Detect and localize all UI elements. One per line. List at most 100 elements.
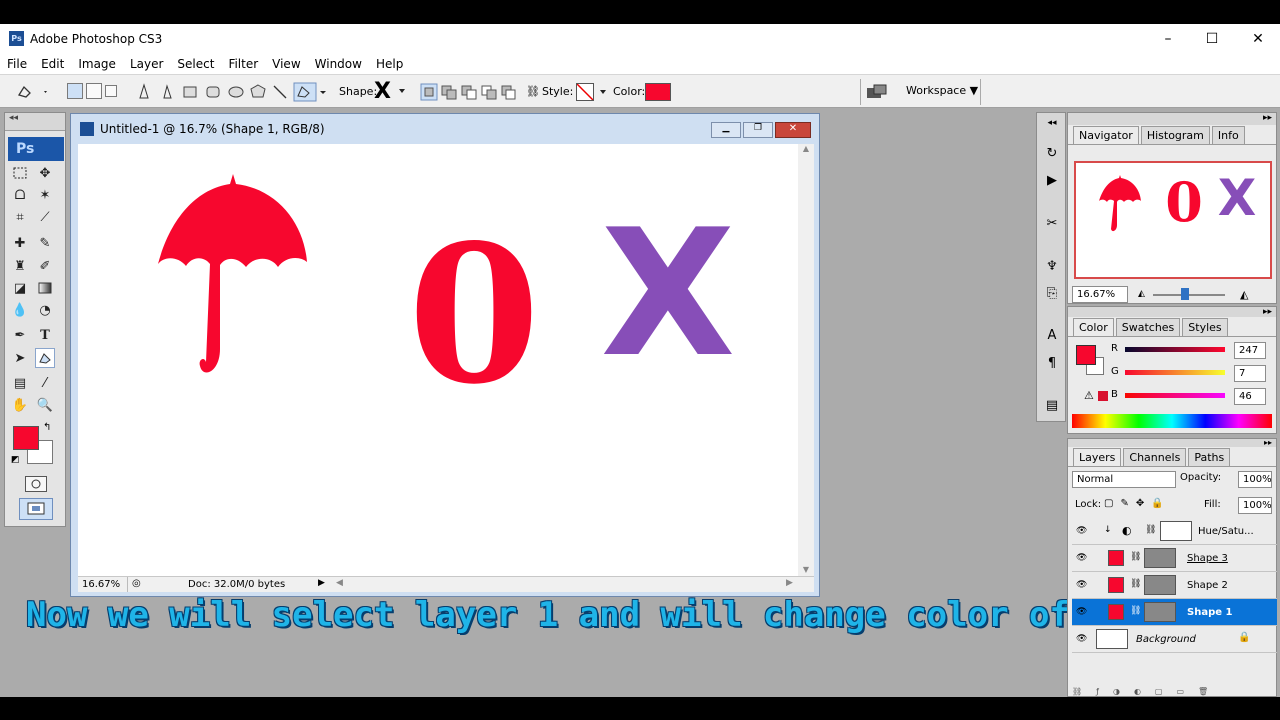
fill-field[interactable]: 100% — [1238, 497, 1272, 514]
menu-edit[interactable]: Edit — [34, 57, 71, 71]
menu-layer[interactable]: Layer — [123, 57, 170, 71]
document-title-bar[interactable]: Untitled-1 @ 16.7% (Shape 1, RGB/8) — [71, 114, 819, 144]
history-icon[interactable]: ↻ — [1042, 143, 1062, 163]
minimize-button[interactable]: – — [1145, 24, 1191, 53]
color-swatch[interactable] — [645, 83, 671, 101]
gradient-tool-icon[interactable] — [35, 278, 55, 298]
toolbox-header[interactable]: ◂◂ — [5, 113, 65, 131]
visibility-eye-icon[interactable]: 👁 — [1076, 634, 1087, 644]
g-value-field[interactable]: 7 — [1234, 365, 1266, 382]
layer-row-background[interactable]: 👁 Background 🔒 — [1072, 626, 1277, 653]
status-icon[interactable]: ◎ — [132, 578, 141, 589]
b-value-field[interactable]: 46 — [1234, 388, 1266, 405]
zoom-out-icon[interactable]: ◭ — [1138, 289, 1145, 299]
lasso-tool-icon[interactable]: ᗝ — [10, 185, 30, 205]
foreground-color-swatch[interactable] — [13, 426, 39, 450]
close-button[interactable]: ✕ — [1235, 24, 1280, 53]
blend-mode-select[interactable]: Normal — [1072, 471, 1176, 488]
path-selection-tool-icon[interactable]: ➤ — [10, 348, 30, 368]
tab-layers[interactable]: Layers — [1073, 448, 1122, 466]
layers-footer-icons[interactable]: ⛓ƒ◑◐▢▭🗑 — [1072, 687, 1277, 697]
style-picker[interactable] — [576, 83, 594, 101]
mask-link-icon[interactable]: ⛓ — [1145, 525, 1156, 535]
scroll-down-icon[interactable]: ▼ — [798, 565, 814, 574]
r-value-field[interactable]: 247 — [1234, 342, 1266, 359]
workspace-menu[interactable]: Workspace ▼ — [906, 84, 978, 97]
clone-source-icon[interactable]: ⎘ — [1042, 283, 1062, 303]
history-brush-tool-icon[interactable]: ✐ — [35, 256, 55, 276]
magic-wand-tool-icon[interactable]: ✶ — [35, 185, 55, 205]
tab-channels[interactable]: Channels — [1123, 448, 1187, 466]
doc-minimize-button[interactable]: ▁ — [711, 122, 741, 138]
b-slider[interactable] — [1125, 393, 1225, 398]
character-icon[interactable]: A — [1042, 325, 1062, 345]
out-of-gamut-icon[interactable]: ⚠ — [1084, 389, 1094, 402]
slice-tool-icon[interactable]: ⟋ — [35, 207, 55, 227]
eyedropper-tool-icon[interactable]: ⁄ — [35, 373, 55, 393]
layer-color-thumbnail[interactable] — [1108, 577, 1124, 593]
eraser-tool-icon[interactable]: ◪ — [10, 278, 30, 298]
shape-dropdown-icon[interactable] — [399, 89, 405, 93]
tab-info[interactable]: Info — [1211, 126, 1245, 144]
bridge-icon[interactable] — [866, 83, 888, 101]
tab-paths[interactable]: Paths — [1188, 448, 1231, 466]
crop-tool-icon[interactable]: ⌗ — [10, 207, 30, 227]
panel-collapse-icon[interactable]: ▸▸ — [1068, 113, 1276, 125]
g-slider[interactable] — [1125, 370, 1225, 375]
move-tool-icon[interactable]: ✥ — [35, 163, 55, 183]
clone-stamp-tool-icon[interactable]: ♜ — [10, 256, 30, 276]
canvas[interactable]: 0 X — [78, 144, 798, 576]
type-tool-icon[interactable]: T — [35, 325, 55, 345]
tool-presets-icon[interactable]: ✂ — [1042, 213, 1062, 233]
swap-colors-icon[interactable]: ↰ — [43, 422, 51, 433]
status-menu-arrow-icon[interactable]: ▶ — [318, 578, 325, 588]
menu-image[interactable]: Image — [71, 57, 123, 71]
mask-link-icon[interactable]: ⛓ — [1130, 579, 1141, 589]
custom-shape-tool-icon[interactable] — [35, 348, 55, 368]
paragraph-icon[interactable]: ¶ — [1042, 353, 1062, 373]
link-icon[interactable]: ⛓ — [526, 85, 540, 98]
layer-comps-icon[interactable]: ▤ — [1042, 395, 1062, 415]
tab-styles[interactable]: Styles — [1182, 318, 1228, 336]
menu-filter[interactable]: Filter — [221, 57, 265, 71]
menu-file[interactable]: File — [0, 57, 34, 71]
opacity-field[interactable]: 100% — [1238, 471, 1272, 488]
panel-collapse-icon[interactable]: ▸▸ — [1068, 307, 1276, 317]
layer-row-shape-2[interactable]: 👁 ⛓ Shape 2 — [1072, 572, 1277, 599]
default-colors-icon[interactable]: ◩ — [11, 455, 20, 465]
shape-layers-mode-icon[interactable] — [67, 83, 83, 99]
tab-histogram[interactable]: Histogram — [1140, 126, 1210, 144]
actions-icon[interactable]: ▶ — [1042, 170, 1062, 190]
pen-tool-icon[interactable]: ✒ — [10, 325, 30, 345]
marquee-tool-icon[interactable] — [10, 163, 30, 183]
dodge-tool-icon[interactable]: ◔ — [35, 300, 55, 320]
tool-preset-picker[interactable] — [16, 83, 50, 101]
hand-tool-icon[interactable]: ✋ — [10, 395, 30, 415]
r-slider[interactable] — [1125, 347, 1225, 352]
collapse-icon[interactable]: ◂◂ — [1042, 117, 1062, 129]
brush-tool-icon[interactable]: ✎ — [35, 233, 55, 253]
shape-picker[interactable]: X — [374, 79, 391, 104]
zoom-tool-icon[interactable]: 🔍 — [35, 395, 55, 415]
brushes-icon[interactable]: ♆ — [1042, 256, 1062, 276]
layer-row-shape-1[interactable]: 👁 ⛓ Shape 1 — [1072, 599, 1277, 626]
vertical-scrollbar[interactable]: ▲ ▼ — [798, 144, 814, 576]
tab-color[interactable]: Color — [1073, 318, 1114, 336]
scroll-right-icon[interactable]: ▶ — [786, 578, 793, 588]
tab-navigator[interactable]: Navigator — [1073, 126, 1139, 144]
style-dropdown-icon[interactable] — [600, 90, 606, 94]
color-fg-swatch[interactable] — [1076, 345, 1096, 365]
visibility-eye-icon[interactable]: 👁 — [1076, 526, 1087, 536]
mask-link-icon[interactable]: ⛓ — [1130, 606, 1141, 616]
menu-help[interactable]: Help — [369, 57, 410, 71]
mask-link-icon[interactable]: ⛓ — [1130, 552, 1141, 562]
visibility-eye-icon[interactable]: 👁 — [1076, 580, 1087, 590]
layer-row-hue-saturation[interactable]: 👁 ↓ ◐ ⛓ Hue/Satu... — [1072, 518, 1277, 545]
menu-select[interactable]: Select — [170, 57, 221, 71]
zoom-slider-track[interactable] — [1153, 294, 1225, 296]
zoom-in-icon[interactable]: ◭ — [1240, 288, 1248, 301]
quick-mask-icon[interactable] — [25, 476, 47, 492]
navigator-zoom-field[interactable]: 16.67% — [1072, 286, 1128, 303]
layer-row-shape-3[interactable]: 👁 ⛓ Shape 3 — [1072, 545, 1277, 572]
visibility-eye-icon[interactable]: 👁 — [1076, 553, 1087, 563]
